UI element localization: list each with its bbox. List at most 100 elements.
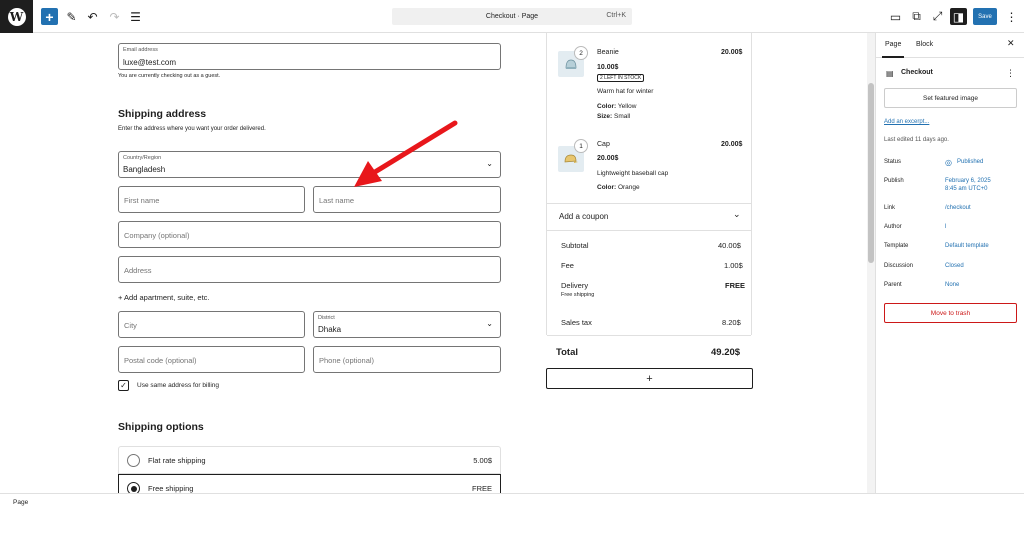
subtotal-label: Subtotal — [561, 241, 589, 250]
template-value[interactable]: Default template — [945, 243, 989, 249]
item-description: Warm hat for winter — [597, 88, 654, 95]
publish-date[interactable]: February 6, 2025 — [945, 178, 991, 184]
company-placeholder: Company (optional) — [124, 231, 190, 240]
add-excerpt-link[interactable]: Add an excerpt... — [884, 119, 929, 125]
cap-icon — [564, 154, 578, 163]
city-placeholder: City — [124, 321, 137, 330]
first-name-placeholder: First name — [124, 196, 160, 205]
last-edited-text: Last edited 11 days ago. — [884, 137, 949, 143]
delivery-label: Delivery — [561, 281, 589, 290]
parent-value[interactable]: None — [945, 282, 959, 288]
shipping-option-free[interactable]: Free shipping FREE — [118, 474, 501, 493]
add-apartment-link[interactable]: + Add apartment, suite, etc. — [118, 293, 210, 302]
same-billing-label: Use same address for billing — [137, 382, 220, 389]
discussion-value[interactable]: Closed — [945, 263, 964, 269]
add-block-icon[interactable]: + — [41, 8, 58, 25]
guest-note: You are currently checking out as a gues… — [118, 73, 221, 79]
page-document-icon: ▤ — [886, 69, 894, 78]
total-value: 49.20$ — [711, 347, 741, 358]
tab-page[interactable]: Page — [885, 41, 901, 48]
fee-label: Fee — [561, 261, 574, 270]
view-page-icon[interactable]: ⧉ — [908, 8, 925, 25]
status-value[interactable]: Published — [957, 159, 983, 165]
settings-sidebar-icon[interactable]: ◨ — [950, 8, 967, 25]
shipping-description: Enter the address where you want your or… — [118, 126, 266, 132]
item-total: 20.00$ — [721, 141, 743, 148]
item-color: Color: Orange — [597, 184, 640, 191]
country-label: Country/Region — [123, 155, 162, 161]
add-block-button[interactable]: + — [546, 368, 753, 389]
size-value: Small — [613, 113, 631, 120]
tab-block[interactable]: Block — [916, 41, 933, 48]
fee-value: 1.00$ — [724, 261, 743, 270]
tax-value: 8.20$ — [722, 318, 741, 327]
undo-icon[interactable]: ↶ — [84, 8, 101, 25]
canvas-scrollbar[interactable] — [867, 33, 875, 493]
phone-placeholder: Phone (optional) — [319, 356, 375, 365]
author-value[interactable]: l — [945, 224, 946, 230]
pencil-tool-icon[interactable]: ✎ — [63, 8, 80, 25]
radio-button[interactable] — [127, 454, 140, 467]
item-qty-badge: 1 — [574, 139, 588, 153]
set-featured-image-button[interactable]: Set featured image — [884, 88, 1017, 108]
breadcrumb[interactable]: Page — [13, 499, 28, 506]
email-field[interactable]: Email address luxe@test.com — [118, 43, 501, 70]
preview-device-icon[interactable]: ▭ — [887, 8, 904, 25]
link-value[interactable]: /checkout — [945, 205, 971, 211]
tax-label: Sales tax — [561, 318, 592, 327]
publish-time[interactable]: 8:45 am UTC+0 — [945, 186, 988, 192]
shipping-heading: Shipping address — [118, 108, 207, 120]
redo-icon[interactable]: ↷ — [106, 8, 123, 25]
sidebar-page-title: Checkout — [901, 69, 933, 76]
close-icon[interactable]: ✕ — [1007, 38, 1015, 49]
item-name: Beanie — [597, 49, 619, 56]
item-name: Cap — [597, 141, 610, 148]
add-coupon-toggle[interactable]: Add a coupon — [559, 212, 608, 221]
save-button[interactable]: Save — [973, 8, 997, 25]
email-value: luxe@test.com — [123, 58, 177, 67]
option-label: Free shipping — [148, 484, 194, 493]
fullscreen-icon[interactable]: ⤢ — [929, 8, 946, 25]
options-menu-icon[interactable]: ⋮ — [1003, 8, 1020, 25]
company-field[interactable]: Company (optional) — [118, 221, 501, 248]
chevron-down-icon[interactable]: ⌄ — [733, 209, 741, 220]
district-value: Dhaka — [318, 325, 342, 334]
same-billing-checkbox[interactable]: ✓ — [118, 380, 129, 391]
item-color: Color: Yellow — [597, 103, 636, 110]
item-total: 20.00$ — [721, 49, 743, 56]
document-overview-icon[interactable]: ☰ — [127, 8, 144, 25]
shipping-option-flat-rate[interactable]: Flat rate shipping 5.00$ — [118, 446, 501, 474]
subtotal-value: 40.00$ — [718, 241, 741, 250]
delivery-method: Free shipping — [561, 292, 595, 298]
options-icon[interactable]: ⋮ — [1006, 68, 1015, 79]
block-breadcrumb-bar: Page — [0, 493, 1024, 511]
first-name-field[interactable]: First name — [118, 186, 305, 213]
district-select[interactable]: District Dhaka ⌄ — [313, 311, 501, 338]
move-to-trash-button[interactable]: Move to trash — [884, 303, 1017, 323]
color-label: Color: — [597, 184, 617, 191]
parent-label: Parent — [884, 282, 902, 288]
status-label: Status — [884, 159, 902, 165]
discussion-label: Discussion — [884, 263, 914, 269]
item-size: Size: Small — [597, 113, 630, 120]
shipping-options-heading: Shipping options — [118, 421, 204, 433]
published-check-icon: ◎ — [945, 158, 952, 167]
address-placeholder: Address — [124, 266, 152, 275]
annotation-arrow-icon — [354, 120, 458, 187]
city-field[interactable]: City — [118, 311, 305, 338]
email-label: Email address — [123, 47, 158, 53]
radio-button-selected[interactable] — [127, 482, 140, 493]
settings-sidebar: Page Block ✕ ▤ Checkout ⋮ Set featured i… — [875, 33, 1024, 493]
last-name-placeholder: Last name — [319, 196, 355, 205]
author-label: Author — [884, 224, 902, 230]
phone-field[interactable]: Phone (optional) — [313, 346, 501, 373]
address-field[interactable]: Address — [118, 256, 501, 283]
wordpress-logo-icon[interactable]: W — [0, 0, 33, 33]
postal-placeholder: Postal code (optional) — [124, 356, 197, 365]
command-palette-search[interactable]: Checkout · Page Ctrl+K — [392, 8, 632, 25]
item-price: 20.00$ — [597, 155, 619, 162]
postal-code-field[interactable]: Postal code (optional) — [118, 346, 305, 373]
template-label: Template — [884, 243, 909, 249]
size-label: Size: — [597, 113, 613, 120]
color-value: Orange — [617, 184, 640, 191]
